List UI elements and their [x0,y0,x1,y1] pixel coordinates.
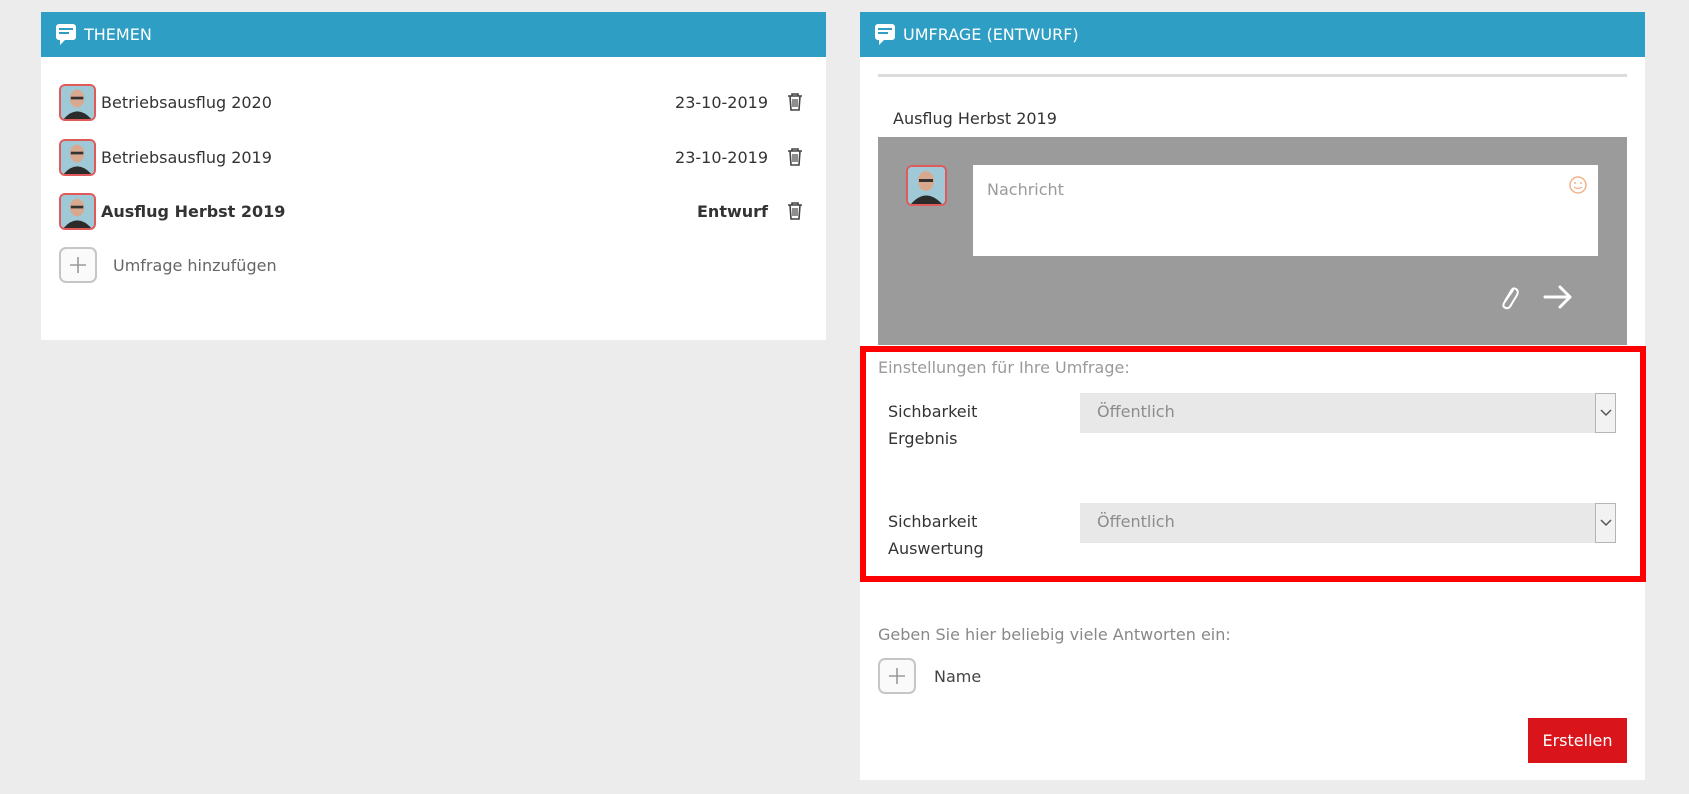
themes-header-title: THEMEN [84,25,152,44]
topic-title: Betriebsausflug 2020 [101,92,272,112]
themes-header: THEMEN [41,12,826,57]
plus-icon [889,668,905,684]
label-line: Auswertung [888,539,984,558]
add-answer-button[interactable] [878,658,916,694]
arrow-right-icon[interactable] [1542,282,1574,312]
label-line: Sichbarkeit [888,512,978,531]
topic-title: Betriebsausflug 2019 [101,147,272,167]
topic-date: 23-10-2019 [675,92,768,112]
survey-title: Ausflug Herbst 2019 [893,109,1057,128]
visibility-result-label: Sichbarkeit Ergebnis [888,398,977,452]
visibility-eval-label: Sichbarkeit Auswertung [888,508,984,562]
topic-status: Entwurf [697,201,768,221]
select-value: Öffentlich [1097,402,1175,421]
topic-title: Ausflug Herbst 2019 [101,201,286,221]
divider [878,74,1627,77]
avatar [59,192,96,230]
avatar [906,165,947,206]
add-survey-label: Umfrage hinzufügen [113,255,277,275]
avatar [59,83,96,121]
answer-name-label: Name [934,666,982,686]
label-line: Sichbarkeit [888,402,978,421]
label-line: Ergebnis [888,429,958,448]
answers-caption: Geben Sie hier beliebig viele Antworten … [878,625,1231,644]
trash-icon[interactable] [786,201,804,221]
create-button[interactable]: Erstellen [1528,718,1627,763]
themes-panel: THEMEN Betriebsausflug 2020 23-10-2019 B… [41,12,826,340]
message-placeholder: Nachricht [987,180,1064,199]
avatar [59,138,96,176]
chat-icon [875,23,895,45]
visibility-eval-select[interactable]: Öffentlich [1080,503,1616,543]
trash-icon[interactable] [786,147,804,167]
list-item[interactable]: Betriebsausflug 2020 23-10-2019 [59,83,804,121]
chevron-down-icon[interactable] [1595,503,1616,543]
trash-icon[interactable] [786,92,804,112]
add-survey-row[interactable]: Umfrage hinzufügen [59,247,277,283]
plus-icon [70,257,86,273]
visibility-result-select[interactable]: Öffentlich [1080,393,1616,433]
survey-header: UMFRAGE (ENTWURF) [860,12,1645,57]
message-input[interactable]: Nachricht [973,165,1598,256]
list-item[interactable]: Betriebsausflug 2019 23-10-2019 [59,138,804,176]
survey-panel: UMFRAGE (ENTWURF) Ausflug Herbst 2019 Na… [860,12,1646,780]
chevron-down-icon[interactable] [1595,393,1616,433]
chat-icon [56,23,76,45]
topic-date: 23-10-2019 [675,147,768,167]
add-answer-row[interactable]: Name [878,658,981,694]
smiley-icon[interactable] [1568,175,1588,195]
settings-caption: Einstellungen für Ihre Umfrage: [878,358,1130,377]
list-item[interactable]: Ausflug Herbst 2019 Entwurf [59,192,804,230]
add-survey-button[interactable] [59,247,97,283]
message-composer: Nachricht [878,137,1627,345]
survey-header-title: UMFRAGE (ENTWURF) [903,25,1079,44]
paperclip-icon[interactable] [1496,284,1522,312]
select-value: Öffentlich [1097,512,1175,531]
